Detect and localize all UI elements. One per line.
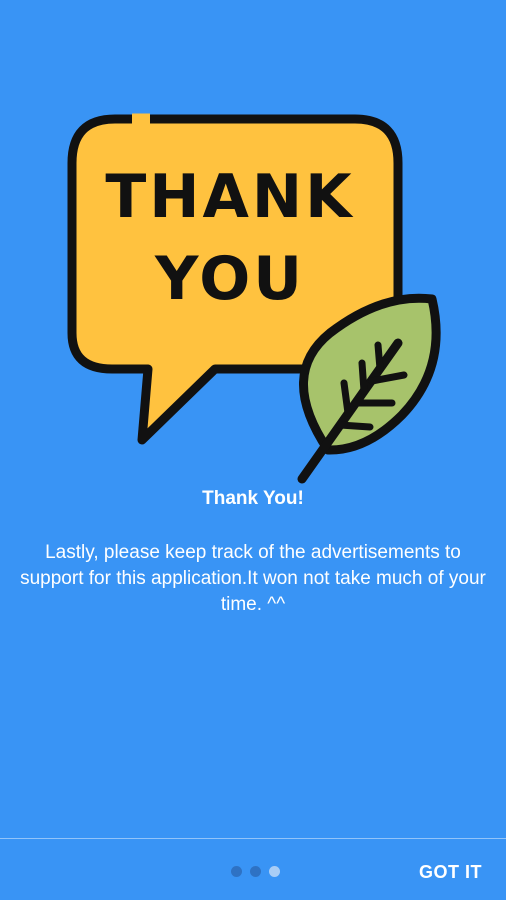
slide-title: Thank You! (202, 488, 304, 509)
page-dot-3-active (269, 866, 280, 877)
got-it-button[interactable]: GOT IT (419, 860, 482, 884)
page-indicator (231, 866, 280, 877)
bubble-text-line-1: THANK (105, 162, 354, 232)
footer-divider (0, 838, 506, 839)
slide-description: Lastly, please keep track of the adverti… (20, 542, 486, 615)
thank-you-illustration: THANK YOU (67, 113, 441, 484)
onboarding-screen: THANK YOU Thank You! Lastly, please keep… (0, 0, 506, 900)
page-dot-1 (231, 866, 242, 877)
page-dot-2 (250, 866, 261, 877)
bubble-text-line-2: YOU (154, 244, 305, 314)
